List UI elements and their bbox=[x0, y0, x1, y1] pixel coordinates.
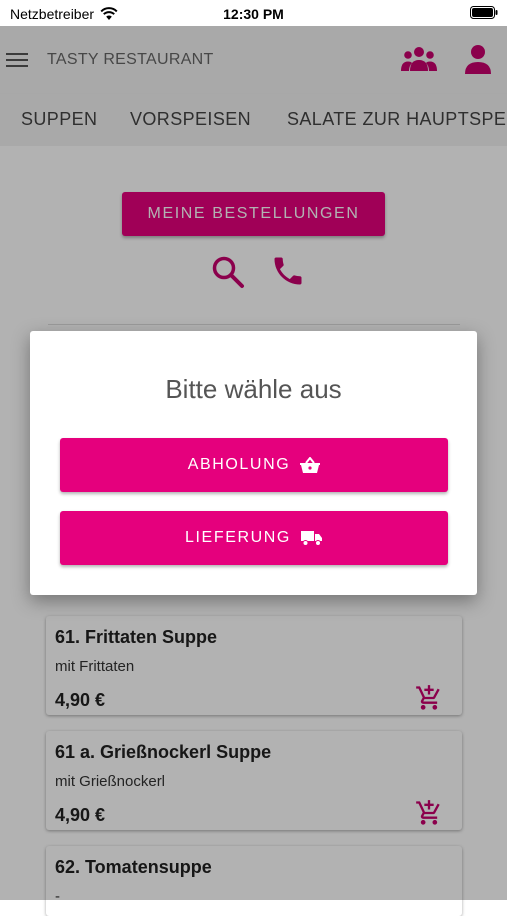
pickup-button[interactable]: ABHOLUNG bbox=[60, 438, 448, 492]
battery-icon bbox=[470, 6, 498, 19]
clock: 12:30 PM bbox=[223, 6, 284, 22]
delivery-button[interactable]: LIEFERUNG bbox=[60, 511, 448, 565]
order-type-dialog: Bitte wähle aus ABHOLUNG LIEFERUNG bbox=[30, 331, 477, 595]
basket-icon bbox=[300, 457, 321, 473]
status-bar-top: Netzbetreiber 12:30 PM bbox=[0, 0, 507, 26]
delivery-label: LIEFERUNG bbox=[185, 529, 291, 546]
dialog-title: Bitte wähle aus bbox=[165, 374, 342, 404]
truck-icon bbox=[300, 531, 322, 546]
pickup-label: ABHOLUNG bbox=[187, 456, 291, 473]
